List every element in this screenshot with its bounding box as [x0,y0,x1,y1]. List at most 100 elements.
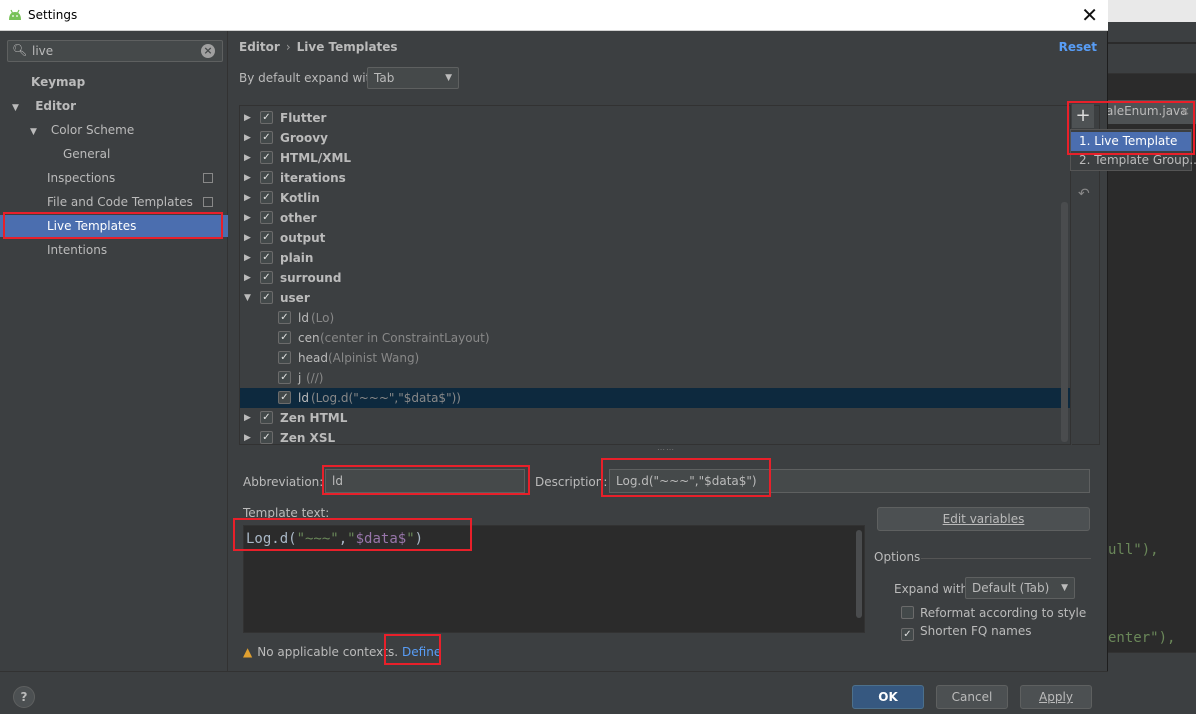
template-checkbox[interactable]: ✓ [278,371,291,384]
group-name: surround [280,271,342,285]
undo-icon[interactable]: ↶ [1078,186,1090,202]
group-name: Groovy [280,131,328,145]
shorten-fq-option[interactable]: ✓ Shorten FQ names [901,622,1031,641]
add-template-button[interactable]: + [1072,104,1094,128]
template-description: (Lo) [311,311,335,325]
group-checkbox[interactable]: ✓ [260,431,273,444]
settings-dialog: Settings ✕ 🔍︎ × Keymap ▼ Editor ▼ Color … [0,0,1108,714]
template-item-row-selected[interactable]: ✓ ld (Log.d("~~~","$data$")) [240,388,1070,408]
expand-arrow-icon[interactable]: ▶ [244,128,251,148]
template-checkbox[interactable]: ✓ [278,311,291,324]
template-group-row[interactable]: ▶ ✓ HTML/XML [240,148,1060,168]
expand-arrow-icon[interactable]: ▶ [244,228,251,248]
template-text-editor[interactable]: Log.d("~~~","$data$") [243,525,865,633]
reformat-checkbox[interactable] [901,606,914,619]
options-label: Options [874,550,921,564]
expand-arrow-icon[interactable]: ▶ [244,188,251,208]
template-group-row[interactable]: ▶ ✓ iterations [240,168,1060,188]
template-item-row[interactable]: ✓ ld (Lo) [240,308,1060,328]
template-group-row[interactable]: ▶ ✓ other [240,208,1060,228]
ok-button[interactable]: OK [852,685,924,709]
template-text-label: Template text: [243,506,330,520]
template-item-row[interactable]: ✓ head (Alpinist Wang) [240,348,1060,368]
search-input[interactable] [32,43,192,59]
group-checkbox[interactable]: ✓ [260,231,273,244]
reset-link[interactable]: Reset [1059,40,1097,54]
template-group-row[interactable]: ▶ ✓ Zen XSL [240,428,1060,444]
group-checkbox[interactable]: ✓ [260,291,273,304]
group-checkbox[interactable]: ✓ [260,111,273,124]
menu-item-template-group[interactable]: 2. Template Group... [1071,151,1196,170]
template-checkbox[interactable]: ✓ [278,331,291,344]
group-checkbox[interactable]: ✓ [260,211,273,224]
sidebar-item-editor[interactable]: ▼ Editor [12,95,76,117]
template-group-row[interactable]: ▶ ✓ plain [240,248,1060,268]
breadcrumb-item[interactable]: Editor [239,40,280,54]
expand-arrow-icon[interactable]: ▶ [244,248,251,268]
expand-arrow-icon[interactable]: ▶ [244,208,251,228]
description-field[interactable]: Log.d("~~~","$data$") [609,469,1090,493]
group-checkbox[interactable]: ✓ [260,151,273,164]
reformat-label: Reformat according to style [920,606,1087,620]
group-checkbox[interactable]: ✓ [260,251,273,264]
close-icon[interactable]: × [1180,100,1190,122]
expand-arrow-icon[interactable]: ▶ [244,168,251,188]
template-group-row[interactable]: ▶ ✓ Groovy [240,128,1060,148]
template-group-row[interactable]: ▶ ✓ surround [240,268,1060,288]
expand-arrow-icon[interactable]: ▶ [244,268,251,288]
template-description: (center in ConstraintLayout) [320,331,490,345]
group-name: iterations [280,171,346,185]
editor-scrollbar[interactable] [856,530,862,618]
edit-variables-button[interactable]: Edit variables [877,507,1090,531]
expand-arrow-icon[interactable]: ▶ [244,108,251,128]
template-expand-with-dropdown[interactable]: Default (Tab) ▼ [965,577,1075,599]
sidebar-item-intentions[interactable]: Intentions [47,239,107,261]
template-item-row[interactable]: ✓ cen (center in ConstraintLayout) [240,328,1060,348]
sidebar-item-inspections[interactable]: Inspections [47,167,221,189]
live-templates-panel: Editor › Live Templates Reset By default e… [229,31,1107,671]
clear-search-icon[interactable]: × [201,44,215,58]
close-icon[interactable]: ✕ [1081,3,1098,27]
background-file-tab[interactable]: aleEnum.java × [1106,100,1196,124]
template-group-row[interactable]: ▼ ✓ user [240,288,1060,308]
abbreviation-field[interactable]: ld [325,469,525,493]
sidebar-item-keymap[interactable]: Keymap [31,71,85,93]
template-list[interactable]: ▶ ✓ Flutter ▶ ✓ Groovy ▶ ✓ HTML/XML ▶ ✓ … [239,105,1071,445]
expand-arrow-icon[interactable]: ▶ [244,408,251,428]
cancel-button[interactable]: Cancel [936,685,1008,709]
define-link[interactable]: Define [402,645,441,659]
sidebar-item-file-and-code-templates[interactable]: File and Code Templates [47,191,221,213]
group-checkbox[interactable]: ✓ [260,171,273,184]
group-checkbox[interactable]: ✓ [260,271,273,284]
group-checkbox[interactable]: ✓ [260,411,273,424]
shorten-fq-checkbox[interactable]: ✓ [901,628,914,641]
help-button[interactable]: ? [13,686,35,708]
template-checkbox[interactable]: ✓ [278,391,291,404]
template-item-row[interactable]: ✓ j (//) [240,368,1060,388]
group-checkbox[interactable]: ✓ [260,131,273,144]
search-icon[interactable]: 🔍︎ [12,43,27,57]
group-checkbox[interactable]: ✓ [260,191,273,204]
reformat-option[interactable]: Reformat according to style [901,604,1086,622]
sidebar-item-live-templates[interactable]: Live Templates [0,215,228,237]
expand-arrow-icon[interactable]: ▼ [12,97,24,119]
template-group-row[interactable]: ▶ ✓ Zen HTML [240,408,1060,428]
menu-item-live-template[interactable]: 1. Live Template [1071,132,1191,151]
template-group-row[interactable]: ▶ ✓ Flutter [240,108,1060,128]
expand-arrow-icon[interactable]: ▶ [244,428,251,444]
warning-icon: ▲ [243,645,253,659]
template-group-row[interactable]: ▶ ✓ Kotlin [240,188,1060,208]
button-label: Apply [1039,690,1073,704]
template-group-row[interactable]: ▶ ✓ output [240,228,1060,248]
sidebar-item-color-scheme[interactable]: ▼ Color Scheme [30,119,134,141]
expand-with-dropdown[interactable]: Tab ▼ [367,67,459,89]
expand-arrow-icon[interactable]: ▼ [30,121,42,143]
list-scrollbar[interactable] [1061,202,1068,442]
group-name: plain [280,251,314,265]
expand-arrow-icon[interactable]: ▶ [244,148,251,168]
template-checkbox[interactable]: ✓ [278,351,291,364]
splitter-handle[interactable]: ⋯⋯ [657,445,675,454]
sidebar-item-general[interactable]: General [63,143,110,165]
collapse-arrow-icon[interactable]: ▼ [244,288,251,308]
apply-button[interactable]: Apply [1020,685,1092,709]
